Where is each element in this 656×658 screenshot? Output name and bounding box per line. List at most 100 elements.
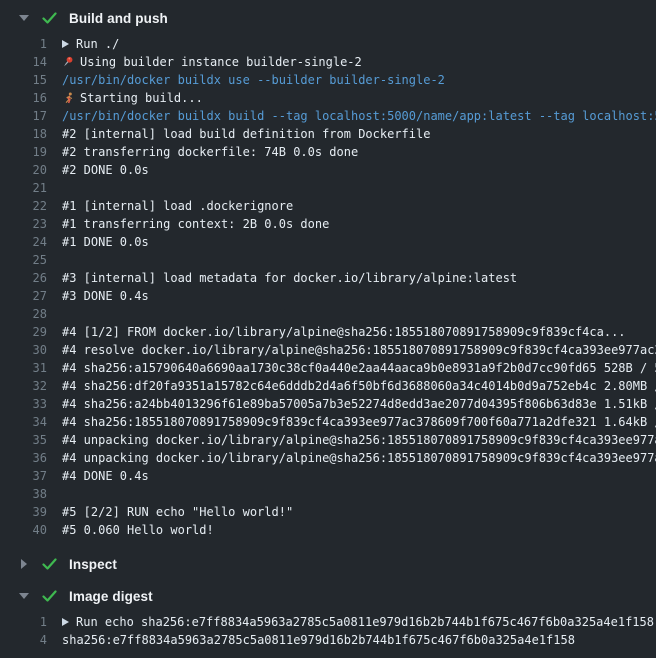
log-line: 19 #2 transferring dockerfile: 74B 0.0s … <box>0 143 656 161</box>
log-line: 24 #1 DONE 0.0s <box>0 233 656 251</box>
line-number[interactable]: 33 <box>0 395 62 413</box>
line-number[interactable]: 31 <box>0 359 62 377</box>
line-number[interactable]: 32 <box>0 377 62 395</box>
line-icon-slot <box>62 56 75 69</box>
line-number[interactable]: 37 <box>0 467 62 485</box>
run-toggle-icon[interactable] <box>62 618 69 626</box>
log-line: 1 Run echo sha256:e7ff8834a5963a2785c5a0… <box>0 613 656 631</box>
line-number[interactable]: 36 <box>0 449 62 467</box>
line-icon-slot <box>62 618 71 626</box>
log-line: 25 <box>0 251 656 269</box>
line-number[interactable]: 25 <box>0 251 62 269</box>
log-section: Image digest 1 Run echo sha256:e7ff8834a… <box>0 583 656 655</box>
chevron-right-icon[interactable] <box>19 559 29 569</box>
line-number[interactable]: 40 <box>0 521 62 539</box>
chevron-down-icon[interactable] <box>19 591 29 601</box>
section-log: 1 Run echo sha256:e7ff8834a5963a2785c5a0… <box>0 609 656 655</box>
line-text: #4 sha256:df20fa9351a15782c64e6dddb2d4a6… <box>62 377 656 395</box>
log-line: 40 #5 0.060 Hello world! <box>0 521 656 539</box>
line-text: #1 [internal] load .dockerignore <box>62 197 293 215</box>
log-line: 20 #2 DONE 0.0s <box>0 161 656 179</box>
line-number[interactable]: 15 <box>0 71 62 89</box>
log-line: 29 #4 [1/2] FROM docker.io/library/alpin… <box>0 323 656 341</box>
line-number[interactable]: 4 <box>0 631 62 649</box>
check-icon <box>42 558 57 570</box>
log-line: 17 /usr/bin/docker buildx build --tag lo… <box>0 107 656 125</box>
line-number[interactable]: 19 <box>0 143 62 161</box>
line-text: #5 0.060 Hello world! <box>62 521 214 539</box>
line-number[interactable]: 26 <box>0 269 62 287</box>
line-number[interactable]: 20 <box>0 161 62 179</box>
line-text: #4 [1/2] FROM docker.io/library/alpine@s… <box>62 323 626 341</box>
line-text: #3 [internal] load metadata for docker.i… <box>62 269 517 287</box>
line-number[interactable]: 23 <box>0 215 62 233</box>
log-viewer: Build and push 1 Run ./ 14 Using builder… <box>0 0 656 655</box>
log-line: 1 Run ./ <box>0 35 656 53</box>
line-text: #3 DONE 0.4s <box>62 287 149 305</box>
log-section: Build and push 1 Run ./ 14 Using builder… <box>0 5 656 545</box>
line-text: #4 sha256:a15790640a6690aa1730c38cf0a440… <box>62 359 656 377</box>
line-text: #4 unpacking docker.io/library/alpine@sh… <box>62 449 656 467</box>
section-title: Inspect <box>69 557 117 572</box>
line-number[interactable]: 29 <box>0 323 62 341</box>
line-number[interactable]: 18 <box>0 125 62 143</box>
line-text: #4 resolve docker.io/library/alpine@sha2… <box>62 341 656 359</box>
line-text: #4 sha256:185518070891758909c9f839cf4ca3… <box>62 413 656 431</box>
log-line: 28 <box>0 305 656 323</box>
log-line: 38 <box>0 485 656 503</box>
section-title: Image digest <box>69 589 153 604</box>
check-icon <box>42 590 57 602</box>
log-line: 36 #4 unpacking docker.io/library/alpine… <box>0 449 656 467</box>
line-number[interactable]: 39 <box>0 503 62 521</box>
log-line: 16 Starting build... <box>0 89 656 107</box>
chevron-down-icon[interactable] <box>19 13 29 23</box>
line-text: #1 transferring context: 2B 0.0s done <box>62 215 329 233</box>
line-text: #1 DONE 0.0s <box>62 233 149 251</box>
line-text: #4 sha256:a24bb4013296f61e89ba57005a7b3e… <box>62 395 656 413</box>
log-line: 15 /usr/bin/docker buildx use --builder … <box>0 71 656 89</box>
log-line: 33 #4 sha256:a24bb4013296f61e89ba57005a7… <box>0 395 656 413</box>
run-toggle-icon[interactable] <box>62 40 69 48</box>
line-number[interactable]: 22 <box>0 197 62 215</box>
log-line: 14 Using builder instance builder-single… <box>0 53 656 71</box>
line-number[interactable]: 1 <box>0 613 62 631</box>
line-text: Run ./ <box>76 35 119 53</box>
line-icon-slot <box>62 40 71 48</box>
line-number[interactable]: 17 <box>0 107 62 125</box>
log-line: 32 #4 sha256:df20fa9351a15782c64e6dddb2d… <box>0 377 656 395</box>
line-text: /usr/bin/docker buildx build --tag local… <box>62 107 656 125</box>
line-text: #4 unpacking docker.io/library/alpine@sh… <box>62 431 656 449</box>
line-number[interactable]: 1 <box>0 35 62 53</box>
line-number[interactable]: 14 <box>0 53 62 71</box>
line-number[interactable]: 35 <box>0 431 62 449</box>
section-header[interactable]: Build and push <box>0 5 656 31</box>
log-line: 34 #4 sha256:185518070891758909c9f839cf4… <box>0 413 656 431</box>
line-text: Using builder instance builder-single-2 <box>80 53 362 71</box>
log-line: 18 #2 [internal] load build definition f… <box>0 125 656 143</box>
log-line: 30 #4 resolve docker.io/library/alpine@s… <box>0 341 656 359</box>
line-number[interactable]: 24 <box>0 233 62 251</box>
section-header[interactable]: Image digest <box>0 583 656 609</box>
section-header[interactable]: Inspect <box>0 551 656 577</box>
line-number[interactable]: 27 <box>0 287 62 305</box>
log-line: 27 #3 DONE 0.4s <box>0 287 656 305</box>
log-line: 26 #3 [internal] load metadata for docke… <box>0 269 656 287</box>
log-line: 31 #4 sha256:a15790640a6690aa1730c38cf0a… <box>0 359 656 377</box>
line-text: #2 DONE 0.0s <box>62 161 149 179</box>
line-text: /usr/bin/docker buildx use --builder bui… <box>62 71 445 89</box>
pushpin-icon <box>62 56 75 69</box>
log-line: 39 #5 [2/2] RUN echo "Hello world!" <box>0 503 656 521</box>
line-text: #2 [internal] load build definition from… <box>62 125 430 143</box>
line-text: #4 DONE 0.4s <box>62 467 149 485</box>
line-number[interactable]: 21 <box>0 179 62 197</box>
line-number[interactable]: 30 <box>0 341 62 359</box>
line-icon-slot <box>62 92 75 105</box>
line-number[interactable]: 34 <box>0 413 62 431</box>
line-number[interactable]: 38 <box>0 485 62 503</box>
line-number[interactable]: 16 <box>0 89 62 107</box>
line-text: sha256:e7ff8834a5963a2785c5a0811e979d16b… <box>62 631 575 649</box>
line-number[interactable]: 28 <box>0 305 62 323</box>
log-section: Inspect <box>0 551 656 577</box>
line-text: #5 [2/2] RUN echo "Hello world!" <box>62 503 293 521</box>
log-line: 35 #4 unpacking docker.io/library/alpine… <box>0 431 656 449</box>
